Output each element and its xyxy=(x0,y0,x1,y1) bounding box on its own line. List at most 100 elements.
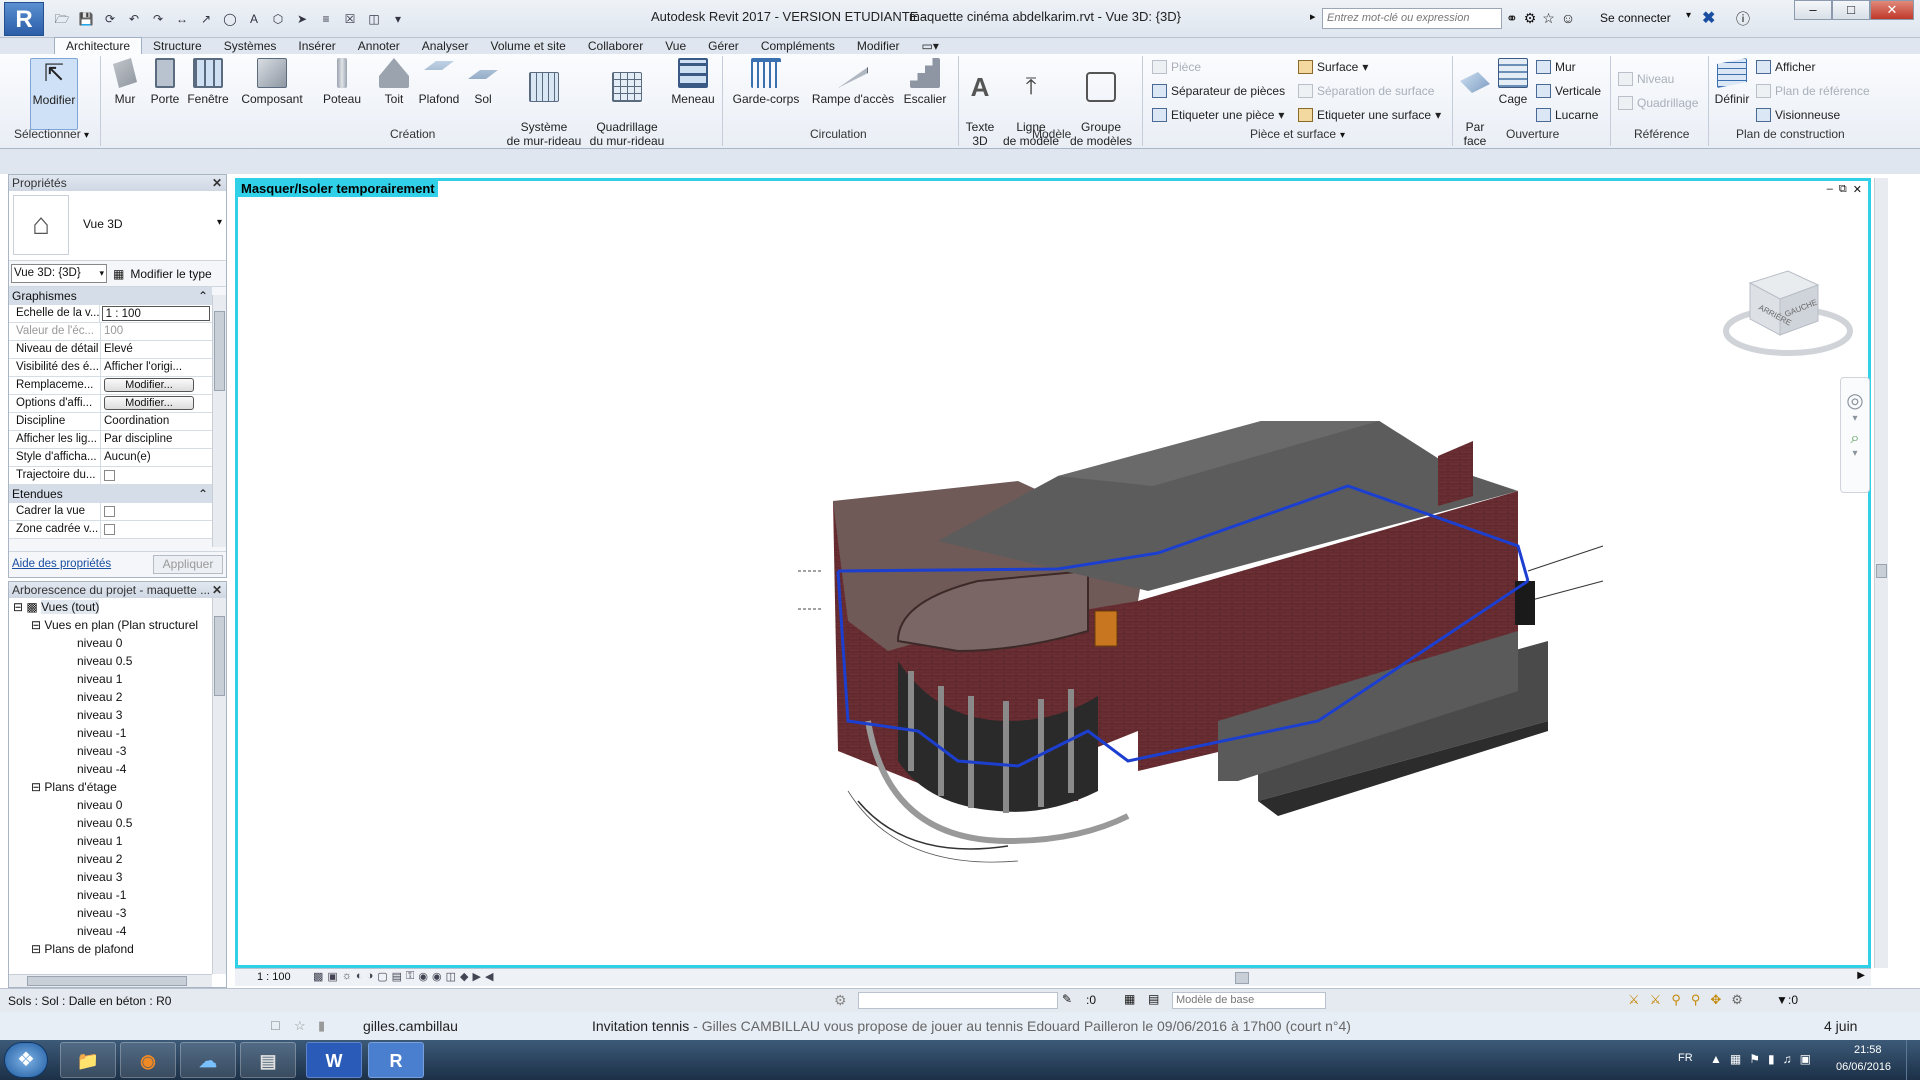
tab-collaborer[interactable]: Collaborer xyxy=(577,38,654,54)
taskbar-explorer-icon[interactable]: 📁 xyxy=(60,1042,116,1078)
detail-level-icon[interactable]: ▩ xyxy=(313,970,323,983)
by-face-button[interactable]: Par face xyxy=(1458,58,1492,162)
customize-dropdown-icon[interactable]: ▾ xyxy=(388,9,408,27)
ramp-button[interactable]: Rampe d'accès xyxy=(810,58,896,106)
taskbar-app-icon[interactable]: ▤ xyxy=(240,1042,296,1078)
properties-close-icon[interactable]: ✕ xyxy=(212,175,222,191)
revit-logo-button[interactable]: R xyxy=(4,2,44,36)
reveal-hidden-icon[interactable]: ◉ xyxy=(432,970,442,983)
tree-item[interactable]: niveau 1 xyxy=(77,672,122,686)
tree-item[interactable]: niveau 0.5 xyxy=(77,816,132,830)
show-desktop-button[interactable] xyxy=(1906,1040,1918,1080)
room-button[interactable]: Pièce xyxy=(1152,60,1201,74)
redo-icon[interactable]: ↷ xyxy=(148,9,168,27)
type-dropdown-icon[interactable]: ▾ xyxy=(217,217,222,228)
tree-item[interactable]: niveau 2 xyxy=(77,690,122,704)
model-line-button[interactable]: ⤒ Ligne de modèle xyxy=(1000,58,1062,162)
highlight-displacement-icon[interactable]: ▶ xyxy=(473,970,481,983)
apply-button[interactable]: Appliquer xyxy=(153,555,223,574)
tab-vue[interactable]: Vue xyxy=(654,38,697,54)
text-icon[interactable]: A xyxy=(244,9,264,27)
temporary-hide-icon[interactable]: ◉ xyxy=(418,970,428,983)
roof-button[interactable]: Toit xyxy=(376,58,412,106)
viewport-hscroll-thumb[interactable] xyxy=(1235,972,1249,984)
shaft-button[interactable]: Cage xyxy=(1496,58,1530,106)
save-icon[interactable]: 💾 xyxy=(76,9,96,27)
tab-inserer[interactable]: Insérer xyxy=(287,38,346,54)
user-icon[interactable]: ☺ xyxy=(1561,10,1575,27)
viewport-vscrollbar[interactable] xyxy=(1874,178,1888,968)
floor-button[interactable]: Sol xyxy=(468,58,498,106)
browser-scrollbar[interactable] xyxy=(212,598,226,974)
properties-help-link[interactable]: Aide des propriétés xyxy=(12,558,111,570)
analytical-icon[interactable]: ◆ xyxy=(460,970,468,983)
curtain-grid-button[interactable]: Quadrillage du mur-rideau xyxy=(588,58,666,162)
scroll-right-icon[interactable]: ▶ xyxy=(1857,970,1865,981)
tray-network-icon[interactable]: ▮ xyxy=(1768,1052,1775,1066)
wheel-dropdown-icon[interactable]: ▾ xyxy=(1841,413,1869,424)
group-graphismes[interactable]: Graphismes ⌃ xyxy=(9,287,212,305)
thin-lines-icon[interactable]: ≡ xyxy=(316,9,336,27)
wall-button[interactable]: Mur xyxy=(106,58,144,106)
vertical-opening-button[interactable]: Verticale xyxy=(1536,84,1601,98)
visual-style-icon[interactable]: ▣ xyxy=(327,970,337,983)
switch-windows-icon[interactable]: ◫ xyxy=(364,9,384,27)
star-icon[interactable]: ☆ xyxy=(294,1018,306,1034)
language-indicator[interactable]: FR xyxy=(1678,1052,1693,1064)
favorites-star-icon[interactable]: ☆ xyxy=(1542,10,1555,27)
edit-type-button[interactable]: Modifier le type xyxy=(130,267,211,281)
browser-hscrollbar[interactable] xyxy=(9,974,212,987)
login-dropdown-icon[interactable]: ▾ xyxy=(1686,10,1691,21)
collapse-icon[interactable]: ⊟ xyxy=(31,942,41,956)
show-workplane-button[interactable]: Afficher xyxy=(1756,60,1815,74)
design-options-icon[interactable]: ▦ xyxy=(1124,992,1135,1006)
model-selector[interactable]: Modèle de base xyxy=(1172,992,1326,1009)
view-scale[interactable]: 1 : 100 xyxy=(257,971,291,983)
select-by-face-icon[interactable]: ⚲ xyxy=(1691,992,1701,1008)
ref-plane-button[interactable]: Plan de référence xyxy=(1756,84,1870,98)
mullion-button[interactable]: Meneau xyxy=(670,58,716,106)
tray-flag-icon[interactable]: ⚑ xyxy=(1749,1052,1760,1066)
taskbar-revit-icon[interactable]: R xyxy=(368,1042,424,1078)
select-dropdown-icon[interactable]: ▾ xyxy=(84,130,89,141)
tree-item[interactable]: niveau -3 xyxy=(77,906,126,920)
help-icon[interactable]: ⓘ xyxy=(1736,9,1750,29)
tree-item[interactable]: niveau 3 xyxy=(77,708,122,722)
tag-area-button[interactable]: Etiqueter une surface ▾ xyxy=(1298,108,1441,122)
tag-area-dropdown-icon[interactable]: ▾ xyxy=(1435,108,1441,122)
display-options-modify-button[interactable]: Modifier... xyxy=(104,396,194,410)
sun-path-checkbox[interactable] xyxy=(104,470,115,481)
binoculars-icon[interactable]: ⚭ xyxy=(1506,10,1518,27)
view-minimize-icon[interactable]: – xyxy=(1827,183,1833,196)
viewer-button[interactable]: Visionneuse xyxy=(1756,108,1840,122)
area-dropdown-icon[interactable]: ▾ xyxy=(1362,60,1368,74)
crop-view-icon[interactable]: ▢ xyxy=(377,970,387,983)
taskbar-browser-icon[interactable]: ☁ xyxy=(180,1042,236,1078)
overrides-modify-button[interactable]: Modifier... xyxy=(104,378,194,392)
select-panel-label[interactable]: Sélectionner xyxy=(14,127,81,141)
tree-root[interactable]: ⊟ ▩ Vues (tout) xyxy=(13,600,100,614)
tree-item[interactable]: niveau 0 xyxy=(77,636,122,650)
piece-panel-dropdown-icon[interactable]: ▾ xyxy=(1340,130,1345,141)
viewcube[interactable]: ARRIÈRE GAUCHE xyxy=(1718,263,1858,363)
tree-item[interactable]: niveau 3 xyxy=(77,870,122,884)
show-crop-region-icon[interactable]: ▤ xyxy=(392,970,402,983)
lock-view-icon[interactable]: ⚿ xyxy=(406,970,414,983)
layers-icon[interactable]: ▤ xyxy=(1148,992,1159,1006)
column-button[interactable]: Poteau xyxy=(320,58,364,106)
worksharing-icon[interactable]: ◫ xyxy=(446,970,456,983)
clock-time[interactable]: 21:58 xyxy=(1854,1044,1882,1056)
background-processes-icon[interactable]: ⚙ xyxy=(1731,992,1743,1008)
undo-icon[interactable]: ↶ xyxy=(124,9,144,27)
tree-group-ceiling-plans[interactable]: ⊟ Plans de plafond xyxy=(31,942,134,956)
tree-item[interactable]: niveau -4 xyxy=(77,762,126,776)
tab-annoter[interactable]: Annoter xyxy=(347,38,411,54)
measure-icon[interactable]: ↔ xyxy=(172,9,192,27)
clock-date[interactable]: 06/06/2016 xyxy=(1836,1061,1891,1073)
tab-volume-site[interactable]: Volume et site xyxy=(479,38,576,54)
collapse-icon[interactable]: ⊟ xyxy=(31,618,41,632)
tree-group-floor-plans[interactable]: ⊟ Plans d'étage xyxy=(31,780,117,794)
minimize-icon[interactable]: – xyxy=(1794,0,1832,20)
drag-elements-icon[interactable]: ✥ xyxy=(1710,992,1721,1008)
curtain-system-button[interactable]: Système de mur-rideau xyxy=(504,58,584,162)
